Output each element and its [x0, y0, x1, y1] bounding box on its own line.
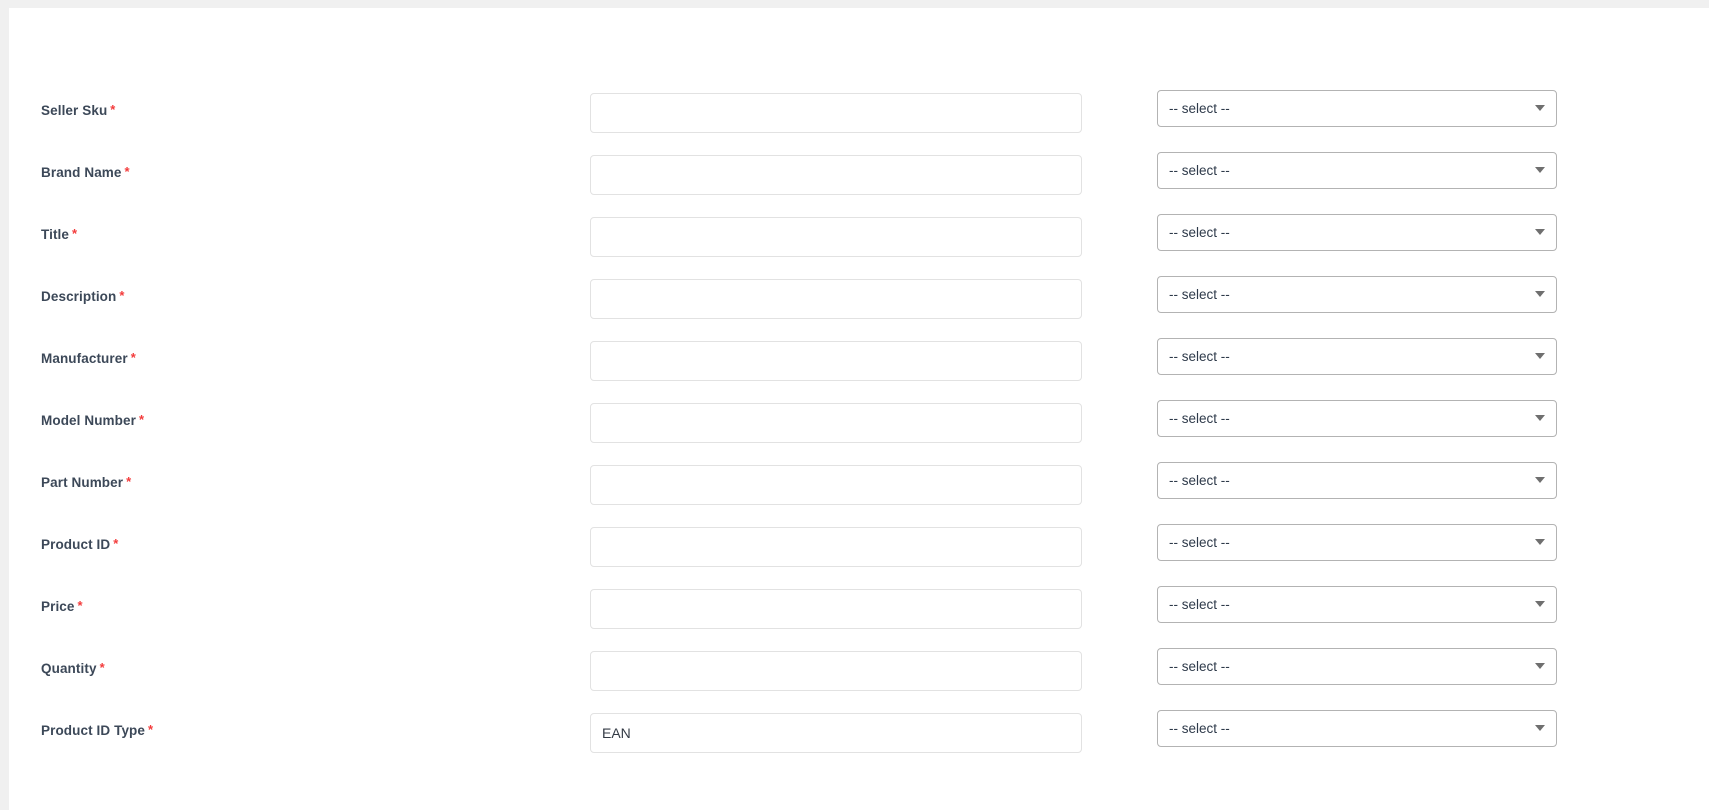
field-label-text: Quantity	[41, 661, 97, 676]
page-background: Seller Sku * -- select -- Brand Name * -- sel…	[0, 0, 1709, 810]
field-label-text: Brand Name	[41, 165, 122, 180]
field-label-text: Part Number	[41, 475, 124, 490]
field-label-description: Description *	[41, 288, 125, 305]
input-price[interactable]	[590, 589, 1082, 629]
form-row-part-number: Part Number * -- select --	[9, 461, 1709, 523]
form-row-product-id-type: Product ID Type* -- select --	[9, 709, 1709, 771]
field-label-quantity: Quantity *	[41, 660, 105, 677]
field-label-text: Seller Sku	[41, 103, 108, 118]
field-label-text: Product ID	[41, 537, 111, 552]
form-row-brand-name: Brand Name * -- select --	[9, 151, 1709, 213]
field-label-manufacturer: Manufacturer *	[41, 350, 136, 367]
select-brand-name[interactable]: -- select --	[1157, 152, 1557, 189]
select-seller-sku[interactable]: -- select --	[1157, 90, 1557, 127]
select-wrapper-part-number: -- select --	[1157, 462, 1557, 499]
select-wrapper-seller-sku: -- select --	[1157, 90, 1557, 127]
input-product-id[interactable]	[590, 527, 1082, 567]
input-brand-name[interactable]	[590, 155, 1082, 195]
select-wrapper-description: -- select --	[1157, 276, 1557, 313]
select-wrapper-price: -- select --	[1157, 586, 1557, 623]
required-asterisk-icon: *	[126, 474, 132, 489]
required-asterisk-icon: *	[99, 660, 105, 675]
input-title[interactable]	[590, 217, 1082, 257]
field-label-text: Product ID Type	[41, 723, 146, 738]
select-description[interactable]: -- select --	[1157, 276, 1557, 313]
required-asterisk-icon: *	[110, 102, 116, 117]
form-row-seller-sku: Seller Sku * -- select --	[9, 89, 1709, 151]
required-asterisk-icon: *	[130, 350, 136, 365]
required-asterisk-icon: *	[77, 598, 83, 613]
select-product-id-type[interactable]: -- select --	[1157, 710, 1557, 747]
form-row-model-number: Model Number * -- select --	[9, 399, 1709, 461]
select-wrapper-product-id-type: -- select --	[1157, 710, 1557, 747]
form-row-title: Title * -- select --	[9, 213, 1709, 275]
input-manufacturer[interactable]	[590, 341, 1082, 381]
form-row-price: Price * -- select --	[9, 585, 1709, 647]
input-part-number[interactable]	[590, 465, 1082, 505]
select-title[interactable]: -- select --	[1157, 214, 1557, 251]
select-wrapper-quantity: -- select --	[1157, 648, 1557, 685]
field-label-title: Title *	[41, 226, 77, 243]
select-wrapper-brand-name: -- select --	[1157, 152, 1557, 189]
input-model-number[interactable]	[590, 403, 1082, 443]
field-label-text: Title	[41, 227, 70, 242]
select-model-number[interactable]: -- select --	[1157, 400, 1557, 437]
required-asterisk-icon: *	[72, 226, 78, 241]
input-product-id-type[interactable]	[590, 713, 1082, 753]
field-label-price: Price *	[41, 598, 83, 615]
select-wrapper-product-id: -- select --	[1157, 524, 1557, 561]
select-manufacturer[interactable]: -- select --	[1157, 338, 1557, 375]
field-label-seller-sku: Seller Sku *	[41, 102, 115, 119]
select-product-id[interactable]: -- select --	[1157, 524, 1557, 561]
input-quantity[interactable]	[590, 651, 1082, 691]
field-label-brand-name: Brand Name *	[41, 164, 130, 181]
select-price[interactable]: -- select --	[1157, 586, 1557, 623]
input-seller-sku[interactable]	[590, 93, 1082, 133]
field-label-text: Price	[41, 599, 75, 614]
field-label-model-number: Model Number *	[41, 412, 144, 429]
select-quantity[interactable]: -- select --	[1157, 648, 1557, 685]
select-wrapper-title: -- select --	[1157, 214, 1557, 251]
required-asterisk-icon: *	[138, 412, 145, 427]
required-asterisk-icon: *	[119, 288, 125, 303]
field-label-product-id-type: Product ID Type *	[41, 722, 153, 739]
form-row-description: Description * -- select --	[9, 275, 1709, 337]
input-description[interactable]	[590, 279, 1082, 319]
field-label-product-id: Product ID *	[41, 536, 118, 553]
field-label-text: Manufacturer	[41, 351, 128, 366]
select-wrapper-model-number: -- select --	[1157, 400, 1557, 437]
field-label-part-number: Part Number *	[41, 474, 131, 491]
select-wrapper-manufacturer: -- select --	[1157, 338, 1557, 375]
form-row-product-id: Product ID * -- select --	[9, 523, 1709, 585]
field-label-text: Model Number	[41, 413, 136, 428]
required-asterisk-icon: *	[148, 722, 154, 737]
required-asterisk-icon: *	[113, 536, 119, 551]
product-attribute-form-card: Seller Sku * -- select -- Brand Name * -- sel…	[9, 8, 1709, 810]
field-label-text: Description	[41, 289, 117, 304]
select-part-number[interactable]: -- select --	[1157, 462, 1557, 499]
form-row-manufacturer: Manufacturer * -- select --	[9, 337, 1709, 399]
required-asterisk-icon: *	[124, 164, 130, 179]
form-row-quantity: Quantity * -- select --	[9, 647, 1709, 709]
